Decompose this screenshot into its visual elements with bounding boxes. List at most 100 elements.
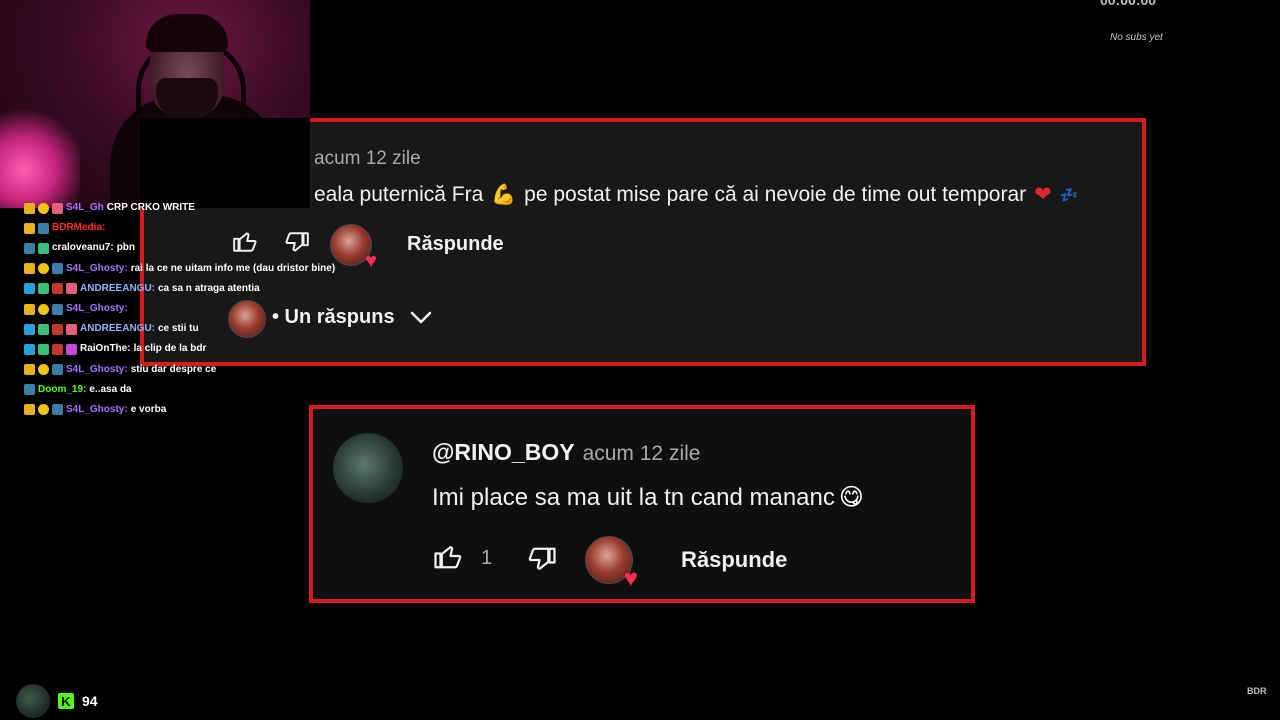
comment-1-text: eala puternică Fra 💪 pe postat mise pare… — [314, 182, 1078, 207]
sub-badge-icon — [38, 263, 49, 275]
chat-message: S4L_Ghosty: e vorba — [24, 400, 324, 420]
subs-counter: No subs yet — [1110, 32, 1163, 43]
chat-username[interactable]: S4L_Ghosty: — [66, 299, 128, 319]
chat-message: Doom_19: e..asa da — [24, 380, 324, 400]
pink-badge-icon — [52, 202, 63, 214]
viewer-counter: K 94 — [16, 684, 98, 718]
chat-username[interactable]: ANDREEANGU: — [80, 279, 155, 299]
green-badge-icon — [38, 283, 49, 295]
chat-message: ANDREEANGU: ca sa n atraga atentia — [24, 279, 324, 299]
chat-username[interactable]: ANDREEANGU: — [80, 319, 155, 339]
comment-2-header: @RINO_BOY acum 12 zile — [432, 439, 700, 466]
crown-badge-icon — [24, 222, 35, 234]
heart-icon: ♥ — [365, 250, 377, 272]
chevron-down-icon — [409, 310, 433, 326]
comment-2-time: acum 12 zile — [582, 442, 701, 465]
chat-username[interactable]: RaiOnThe: — [80, 339, 131, 359]
mod-badge-icon — [52, 364, 63, 376]
crown-badge-icon — [24, 303, 35, 315]
yum-emoji-icon: 😋 — [838, 484, 864, 511]
chat-username[interactable]: S4L_Ghosty: — [66, 400, 128, 420]
comment-2-text-row: Imi place sa ma uit la tn cand mananc 😋 — [432, 483, 864, 512]
crown-badge-icon — [24, 263, 35, 275]
channel-avatar — [16, 684, 50, 718]
mod-badge-icon — [38, 222, 49, 234]
mod-badge-icon — [24, 242, 35, 254]
like-count: 1 — [481, 547, 493, 569]
mod-badge-icon — [52, 404, 63, 416]
flexed-arm-emoji-icon: 💪 — [491, 184, 517, 206]
comment-2-author[interactable]: @RINO_BOY — [432, 439, 575, 466]
chat-text: pbn — [116, 242, 136, 254]
green-badge-icon — [38, 343, 49, 355]
sub-badge-icon — [38, 202, 49, 214]
chat-message: ANDREEANGU: ce stii tu — [24, 319, 324, 339]
kick-logo-icon: K — [58, 693, 74, 709]
crown-badge-icon — [24, 202, 35, 214]
chat-username[interactable]: BDRMedia: — [52, 218, 105, 238]
green-badge-icon — [38, 323, 49, 335]
chat-text: la clip de la bdr — [133, 343, 207, 355]
chat-username[interactable]: craloveanu7: — [52, 238, 114, 258]
creator-heart-avatar-2: ♥ — [585, 536, 638, 591]
chat-text: rai la ce ne uitam info me (dau dristor … — [130, 262, 336, 274]
reply-button-2[interactable]: Răspunde — [681, 547, 787, 573]
blue-badge-icon — [24, 283, 35, 295]
chat-message: S4L_Ghosty: stiu dar despre ce — [24, 360, 324, 380]
chat-text: stiu dar despre ce — [130, 363, 217, 375]
red-badge-icon — [52, 283, 63, 295]
green-badge-icon — [38, 242, 49, 254]
chat-text: ce stii tu — [158, 323, 199, 335]
sleeping-emoji-icon: 💤 — [1059, 186, 1079, 204]
chat-text: ca sa n atraga atentia — [158, 282, 260, 294]
chat-message: S4L_Ghosty: rai la ce ne uitam info me (d… — [24, 259, 335, 279]
comment-1-text-part1: eala puternică Fra — [314, 182, 484, 206]
dislike-button-2[interactable] — [527, 545, 557, 575]
reply-button[interactable]: Răspunde — [407, 233, 504, 256]
stream-clock: 00:00:00 — [1100, 0, 1157, 8]
chat-username[interactable]: Doom_19: — [38, 380, 86, 400]
viewer-count: 94 — [82, 693, 98, 709]
comment-1-text-part2: pe postat mise pare că ai nevoie de time… — [524, 182, 1027, 206]
creator-heart-avatar: ♥ — [330, 224, 377, 271]
stream-chat: S4L_Gh CRP CRKO WRITE BDRMedia: craloveanu7… — [24, 198, 335, 420]
blue-badge-icon — [24, 343, 35, 355]
chat-username[interactable]: S4L_Ghosty: — [66, 360, 128, 380]
red-badge-icon — [52, 343, 63, 355]
chat-text: CRP CRKO WRITE — [106, 202, 195, 213]
chat-username[interactable]: S4L_Gh — [66, 198, 104, 218]
heart-icon: ♥ — [623, 565, 638, 592]
pink-badge-icon — [66, 283, 77, 295]
thumbs-down-icon — [528, 547, 556, 570]
ambient-light — [0, 110, 80, 208]
brand-watermark: BDR — [1247, 686, 1267, 696]
comment-1-time: acum 12 zile — [314, 148, 421, 169]
crown-badge-icon — [24, 364, 35, 376]
mod-badge-icon — [24, 384, 35, 396]
card-overlap-mask — [140, 118, 310, 208]
comment-card-2: @RINO_BOY acum 12 zile Imi place sa ma u… — [309, 405, 975, 603]
chat-message: S4L_Gh CRP CRKO WRITE — [24, 198, 324, 218]
sub-badge-icon — [38, 404, 49, 416]
red-heart-emoji-icon: ❤ — [1034, 183, 1052, 206]
streamer-hair — [146, 14, 228, 52]
pink-badge-icon — [66, 323, 77, 335]
chat-message: BDRMedia: — [24, 218, 324, 238]
commenter-avatar[interactable] — [333, 433, 403, 503]
chat-message: craloveanu7: pbn — [24, 238, 324, 258]
red-badge-icon — [52, 323, 63, 335]
chat-message: RaiOnThe: la clip de la bdr — [24, 339, 324, 359]
gift-badge-icon — [66, 343, 77, 355]
like-button-2[interactable] — [433, 541, 463, 571]
sub-badge-icon — [38, 303, 49, 315]
comment-2-text: Imi place sa ma uit la tn cand mananc — [432, 483, 835, 511]
mod-badge-icon — [52, 303, 63, 315]
chat-text: e vorba — [130, 403, 167, 415]
chat-message: S4L_Ghosty: — [24, 299, 324, 319]
sub-badge-icon — [38, 364, 49, 376]
crown-badge-icon — [24, 404, 35, 416]
mod-badge-icon — [52, 263, 63, 275]
chat-text: e..asa da — [89, 383, 132, 395]
chat-username[interactable]: S4L_Ghosty: — [66, 259, 128, 279]
thumbs-up-icon — [434, 546, 462, 569]
